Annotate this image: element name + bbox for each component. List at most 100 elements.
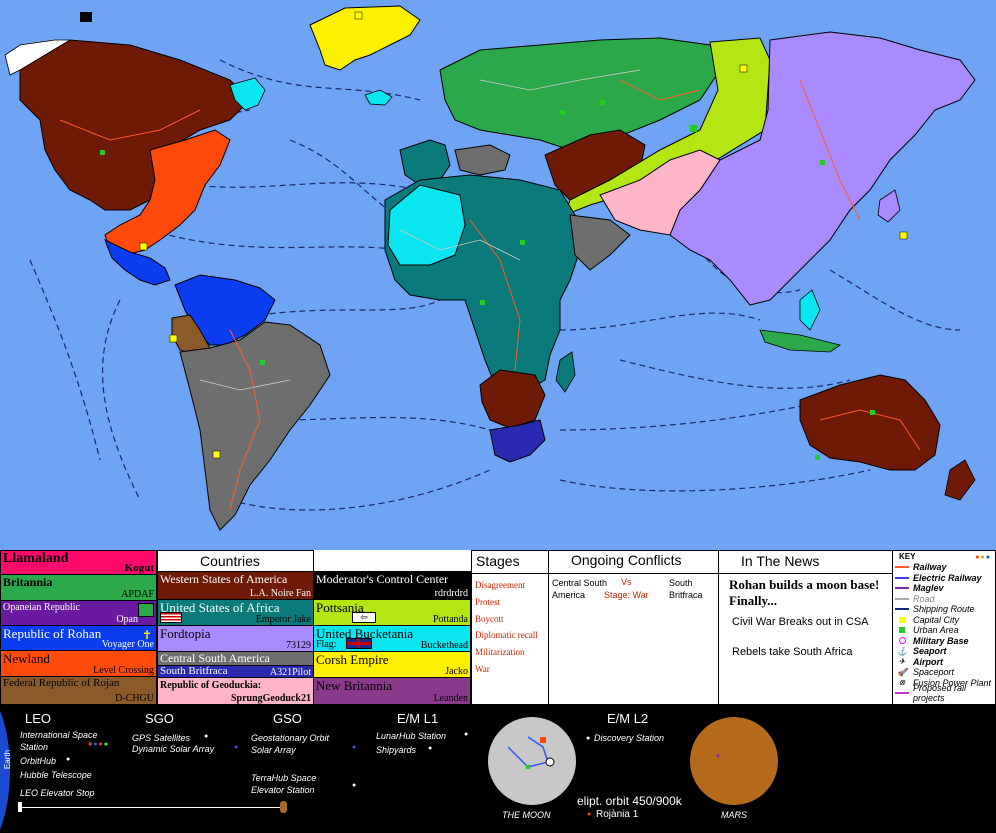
mars-spaceport-icon: ♦ [716, 751, 721, 760]
key-item: Military Base [895, 635, 995, 647]
country-ruler: Leanden [433, 693, 468, 704]
countries-legend: Countries Llamaland Kogut Britannia APDA… [0, 550, 471, 705]
key-item: Shipping Route [895, 604, 995, 615]
country-federal-republic-of-rojan: Federal Republic of Rojan D-CHGU [0, 676, 157, 705]
space-map: Earth LEO International Space Station ●●… [0, 705, 996, 833]
conflicts-title: Ongoing Conflicts [571, 552, 682, 568]
l2-title: E/M L2 [607, 711, 649, 726]
country-name: Republic of Geoduckia: [160, 680, 262, 691]
rojania-label: Rojània 1 [596, 809, 639, 820]
key-swatch-icon [895, 596, 909, 602]
key-label: Urban Area [913, 625, 959, 636]
stages-list: Disagreement Protest Boycott Diplomatic … [475, 577, 538, 678]
country-ruler: rdrdrdrd [434, 588, 468, 599]
key-swatch-icon: ✈ [898, 657, 906, 667]
leo-title: LEO [25, 711, 52, 726]
gso-item-solar: Geostationary Orbit Solar Array [251, 733, 330, 755]
key-title: KEY [899, 552, 916, 561]
iss-dots-icon: ●●●● [88, 740, 109, 748]
conflict-vs: Vs [621, 577, 632, 587]
key-list: Railway Electric Railway Maglev Road Shippin… [895, 562, 995, 703]
country-fordtopia: Fordtopia 73129 [157, 625, 314, 652]
country-ruler: Emperor Jake [255, 614, 311, 625]
key-item: Road [895, 593, 995, 605]
l2-item-discovery: Discovery Station [594, 733, 665, 743]
key-item: Urban Area [895, 625, 995, 636]
key-label: Military Base [913, 635, 969, 646]
key-dots-icon: ●●● [975, 553, 991, 561]
earth-label: Earth [3, 749, 13, 770]
country-name: Federal Republic of Rojan [3, 677, 120, 689]
country-name: South Britfraca [160, 665, 228, 677]
key-swatch-icon [895, 690, 909, 696]
elevator-base-icon [18, 802, 22, 812]
news-headline: Rohan builds a moon base! Finally... [729, 577, 880, 608]
key-swatch-icon [895, 575, 909, 581]
country-name: Central South America [160, 651, 270, 665]
country-ruler: Opan [116, 614, 138, 625]
space-elevator-tether [20, 807, 282, 808]
stage-item: Disagreement [475, 580, 525, 590]
stage-item: Protest [475, 596, 501, 607]
leo-item-orbithub: OrbitHub [20, 756, 57, 766]
countries-title: Countries [200, 553, 260, 569]
country-united-bucketania: United Bucketania Flag: Buckethead [313, 625, 471, 652]
key-item: 🚀 Spaceport [895, 667, 995, 678]
key-label: Electric Railway [913, 572, 982, 583]
key-item: Electric Railway [895, 572, 995, 584]
country-ruler: SprungGeoduck21 [230, 693, 311, 704]
conflict-stage: Stage: War [604, 590, 649, 600]
country-united-states-of-africa: United States of Africa Emperor Jake [157, 599, 314, 626]
key-item: ✈ Airport [895, 657, 995, 668]
key-label: Proposed rail projects [913, 683, 967, 704]
leo-item-hubble: Hubble Telescope [20, 770, 92, 780]
moon-base-icon [507, 736, 555, 769]
country-moderators-control-center: Moderator's Control Center rdrdrdrd [313, 571, 471, 600]
country-ruler: D-CHGU [115, 693, 154, 704]
l1-item-shipyards: Shipyards [376, 745, 417, 755]
key-label: Spaceport [913, 667, 955, 678]
key-label: Road [913, 593, 935, 604]
conflict-side-b: South Britfraca [669, 578, 703, 600]
mars-label: MARS [721, 810, 748, 820]
country-ruler: Kogut [124, 562, 154, 574]
country-name: Corsh Empire [316, 652, 389, 667]
opaneian-flag-icon [138, 603, 154, 617]
country-ruler: Buckethead [420, 640, 468, 651]
gps-dot-icon: ● [204, 732, 209, 740]
stage-item: War [475, 663, 490, 674]
map-key-panel: KEY ●●● Railway Electric Railway Maglev Roa… [892, 550, 996, 705]
moon [488, 717, 576, 805]
country-republic-of-geoduckia: Republic of Geoduckia: SprungGeoduck21 [157, 677, 314, 705]
country-ruler: Level Crossing [93, 665, 154, 676]
country-britannia: Britannia APDAF [0, 574, 157, 601]
key-swatch-icon: ⊗ [898, 678, 906, 688]
news-panel: In The News Rohan builds a moon base! Fi… [718, 550, 893, 705]
countries-title-cell: Countries [157, 550, 314, 572]
key-swatch-icon: 🚀 [897, 667, 907, 677]
key-item: ⚓ Seaport [895, 646, 995, 657]
sgo-item-solar: Dynamic Solar Array [132, 744, 215, 754]
country-western-states-of-america: Western States of America L.A. Noire Fan [157, 571, 314, 600]
usa-flag-icon [160, 612, 182, 623]
key-label: Capital City [913, 614, 960, 625]
country-ruler: Jacko [445, 666, 468, 677]
key-item: Capital City [895, 614, 995, 626]
key-swatch-icon [895, 627, 909, 634]
orbithub-dot-icon: ● [66, 755, 71, 763]
country-ruler: APDAF [121, 589, 154, 600]
country-ruler: L.A. Noire Fan [249, 588, 311, 599]
key-swatch-icon: ⚓ [897, 646, 907, 656]
country-name: Britannia [3, 575, 53, 589]
country-llamaland: Llamaland Kogut [0, 550, 157, 575]
key-label: Railway [913, 562, 947, 573]
country-newland: Newland Level Crossing [0, 650, 157, 677]
shipyards-dot-icon: ● [428, 744, 433, 752]
country-opaneian-republic: Opaneian Republic Opan [0, 600, 157, 626]
sgo-title: SGO [145, 711, 174, 726]
stage-item: Militarization [475, 647, 525, 658]
country-name: Llamaland [3, 551, 69, 566]
country-name: Moderator's Control Center [316, 572, 449, 586]
news-title: In The News [741, 553, 820, 569]
rohan-cross-icon: ✝ [141, 628, 152, 642]
